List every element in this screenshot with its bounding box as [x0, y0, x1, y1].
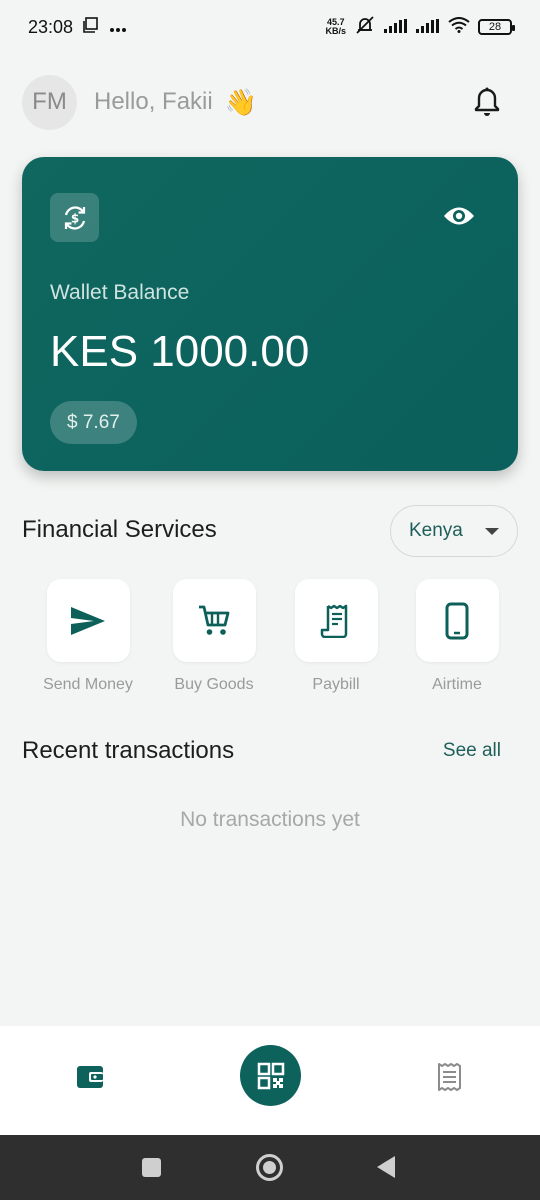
avatar-initials: FM — [32, 88, 67, 115]
header: FM Hello, Fakii 👋 — [22, 74, 518, 130]
eye-icon[interactable] — [442, 203, 476, 229]
more-dots-icon — [109, 17, 127, 38]
wallet-icon[interactable] — [73, 1062, 107, 1092]
cart-icon — [199, 605, 230, 635]
bell-icon[interactable] — [472, 85, 502, 119]
service-label: Send Money — [43, 676, 133, 693]
service-label: Buy Goods — [174, 676, 254, 693]
wave-emoji: 👋 — [224, 86, 258, 117]
empty-transactions-message: No transactions yet — [180, 808, 360, 831]
status-time: 23:08 — [28, 16, 74, 37]
phone-icon — [445, 602, 469, 639]
service-label: Airtime — [432, 676, 482, 693]
qr-code-icon[interactable] — [240, 1045, 301, 1106]
usd-amount: $ 7.67 — [67, 411, 120, 433]
recents-icon[interactable] — [142, 1158, 161, 1177]
see-all-link[interactable]: See all — [443, 740, 501, 762]
caret-down-icon — [484, 527, 499, 535]
service-buy-goods[interactable]: Buy Goods — [159, 579, 269, 694]
wallet-balance-label: Wallet Balance — [50, 281, 190, 304]
avatar[interactable]: FM — [22, 74, 77, 130]
country-value: Kenya — [409, 520, 463, 541]
bottom-nav — [0, 1026, 540, 1135]
send-icon — [71, 606, 105, 635]
wallet-card: $ Wallet Balance KES 1000.00 $ 7.67 — [22, 157, 518, 471]
receipt-icon — [320, 604, 348, 638]
recent-transactions-title: Recent transactions — [22, 737, 235, 764]
svg-text:$: $ — [70, 211, 78, 225]
service-send-money[interactable]: Send Money — [33, 579, 143, 694]
financial-services-title: Financial Services — [22, 516, 217, 543]
signal-icon-2 — [416, 17, 440, 38]
net-speed-unit: KB/s — [325, 26, 346, 36]
service-paybill[interactable]: Paybill — [281, 579, 391, 694]
back-icon[interactable] — [377, 1156, 395, 1178]
greeting-text: Hello, Fakii — [94, 88, 213, 115]
service-tile[interactable] — [46, 579, 130, 662]
receipts-icon[interactable] — [434, 1062, 466, 1092]
service-label: Paybill — [312, 676, 360, 693]
home-icon[interactable] — [256, 1154, 283, 1181]
battery-icon: 28 — [478, 19, 515, 35]
net-speed: 45.7 KB/s — [325, 18, 346, 36]
signal-icon — [384, 17, 408, 38]
service-tile[interactable] — [415, 579, 499, 662]
country-select[interactable]: Kenya — [390, 505, 518, 557]
wifi-icon — [448, 16, 470, 38]
currency-exchange-icon[interactable]: $ — [50, 193, 99, 242]
service-airtime[interactable]: Airtime — [402, 579, 512, 694]
status-bar: 23:08 45.7 KB/s 28 — [0, 0, 540, 54]
battery-level: 28 — [488, 21, 502, 33]
service-tile[interactable] — [172, 579, 256, 662]
mute-icon — [354, 15, 376, 40]
service-tile[interactable] — [294, 579, 378, 662]
usd-equivalent-badge: $ 7.67 — [50, 401, 137, 444]
wallet-balance-amount: KES 1000.00 — [50, 327, 310, 376]
system-nav-bar — [0, 1135, 540, 1200]
screenshot-icon — [83, 16, 99, 38]
